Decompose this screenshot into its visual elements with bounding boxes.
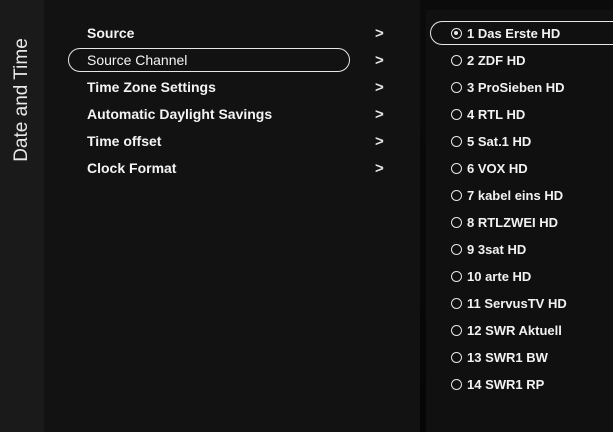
channel-label: 5 Sat.1 HD bbox=[467, 134, 532, 149]
radio-unselected-icon[interactable] bbox=[451, 217, 462, 228]
menu-item-source[interactable]: Source > bbox=[68, 20, 398, 47]
radio-unselected-icon[interactable] bbox=[451, 55, 462, 66]
radio-unselected-icon[interactable] bbox=[451, 163, 462, 174]
radio-unselected-icon[interactable] bbox=[451, 271, 462, 282]
tv-settings-screen: Date and Time Source > Source Channel > … bbox=[0, 0, 613, 432]
chevron-right-icon: > bbox=[375, 79, 384, 96]
channel-label: 7 kabel eins HD bbox=[467, 188, 564, 203]
channel-label: 14 SWR1 RP bbox=[467, 377, 545, 392]
chevron-right-icon: > bbox=[375, 52, 384, 69]
channel-label: 4 RTL HD bbox=[467, 107, 526, 122]
chevron-right-icon: > bbox=[375, 133, 384, 150]
menu-item-clock-format[interactable]: Clock Format > bbox=[68, 155, 398, 182]
channel-item[interactable]: 3 ProSieben HD bbox=[426, 74, 613, 101]
radio-unselected-icon[interactable] bbox=[451, 109, 462, 120]
menu-item-time-offset[interactable]: Time offset > bbox=[68, 128, 398, 155]
radio-unselected-icon[interactable] bbox=[451, 244, 462, 255]
menu-item-automatic-daylight-savings[interactable]: Automatic Daylight Savings > bbox=[68, 101, 398, 128]
channel-label: 1 Das Erste HD bbox=[467, 26, 561, 41]
channel-item[interactable]: 9 3sat HD bbox=[426, 236, 613, 263]
channel-item[interactable]: 13 SWR1 BW bbox=[426, 344, 613, 371]
channel-item[interactable]: 5 Sat.1 HD bbox=[426, 128, 613, 155]
settings-menu: Source > Source Channel > Time Zone Sett… bbox=[68, 20, 398, 182]
menu-item-label: Source Channel bbox=[87, 52, 188, 68]
chevron-right-icon: > bbox=[375, 160, 384, 177]
chevron-right-icon: > bbox=[375, 106, 384, 123]
channel-item[interactable]: 11 ServusTV HD bbox=[426, 290, 613, 317]
channel-item[interactable]: 10 arte HD bbox=[426, 263, 613, 290]
channel-item[interactable]: 6 VOX HD bbox=[426, 155, 613, 182]
channel-item[interactable]: 1 Das Erste HD bbox=[426, 20, 613, 47]
section-title-bar: Date and Time bbox=[0, 0, 45, 432]
menu-item-label: Source bbox=[87, 25, 135, 41]
channel-label: 2 ZDF HD bbox=[467, 53, 526, 68]
radio-unselected-icon[interactable] bbox=[451, 136, 462, 147]
chevron-right-icon: > bbox=[375, 25, 384, 42]
channel-list-panel: 1 Das Erste HD 2 ZDF HD 3 ProSieben HD 4 RT… bbox=[426, 10, 613, 432]
menu-item-label: Time Zone Settings bbox=[87, 79, 216, 95]
channel-item[interactable]: 12 SWR Aktuell bbox=[426, 317, 613, 344]
channel-label: 8 RTLZWEI HD bbox=[467, 215, 558, 230]
radio-unselected-icon[interactable] bbox=[451, 298, 462, 309]
section-title: Date and Time bbox=[11, 38, 32, 162]
radio-unselected-icon[interactable] bbox=[451, 190, 462, 201]
menu-item-label: Time offset bbox=[87, 133, 162, 149]
channel-label: 11 ServusTV HD bbox=[467, 296, 567, 311]
channel-label: 10 arte HD bbox=[467, 269, 532, 284]
radio-unselected-icon[interactable] bbox=[451, 82, 462, 93]
channel-item[interactable]: 4 RTL HD bbox=[426, 101, 613, 128]
channel-item[interactable]: 2 ZDF HD bbox=[426, 47, 613, 74]
channel-label: 13 SWR1 BW bbox=[467, 350, 548, 365]
channel-item[interactable]: 7 kabel eins HD bbox=[426, 182, 613, 209]
menu-item-label: Clock Format bbox=[87, 160, 177, 176]
menu-item-label: Automatic Daylight Savings bbox=[87, 106, 273, 122]
radio-unselected-icon[interactable] bbox=[451, 325, 462, 336]
settings-menu-panel: Source > Source Channel > Time Zone Sett… bbox=[44, 0, 420, 432]
menu-item-time-zone-settings[interactable]: Time Zone Settings > bbox=[68, 74, 398, 101]
radio-unselected-icon[interactable] bbox=[451, 352, 462, 363]
channel-item[interactable]: 8 RTLZWEI HD bbox=[426, 209, 613, 236]
radio-selected-icon[interactable] bbox=[451, 28, 462, 39]
channel-label: 3 ProSieben HD bbox=[467, 80, 565, 95]
menu-item-source-channel[interactable]: Source Channel > bbox=[68, 47, 398, 74]
radio-unselected-icon[interactable] bbox=[451, 379, 462, 390]
channel-list: 1 Das Erste HD 2 ZDF HD 3 ProSieben HD 4 RT… bbox=[426, 20, 613, 398]
channel-label: 9 3sat HD bbox=[467, 242, 527, 257]
channel-label: 6 VOX HD bbox=[467, 161, 528, 176]
channel-item[interactable]: 14 SWR1 RP bbox=[426, 371, 613, 398]
channel-label: 12 SWR Aktuell bbox=[467, 323, 562, 338]
